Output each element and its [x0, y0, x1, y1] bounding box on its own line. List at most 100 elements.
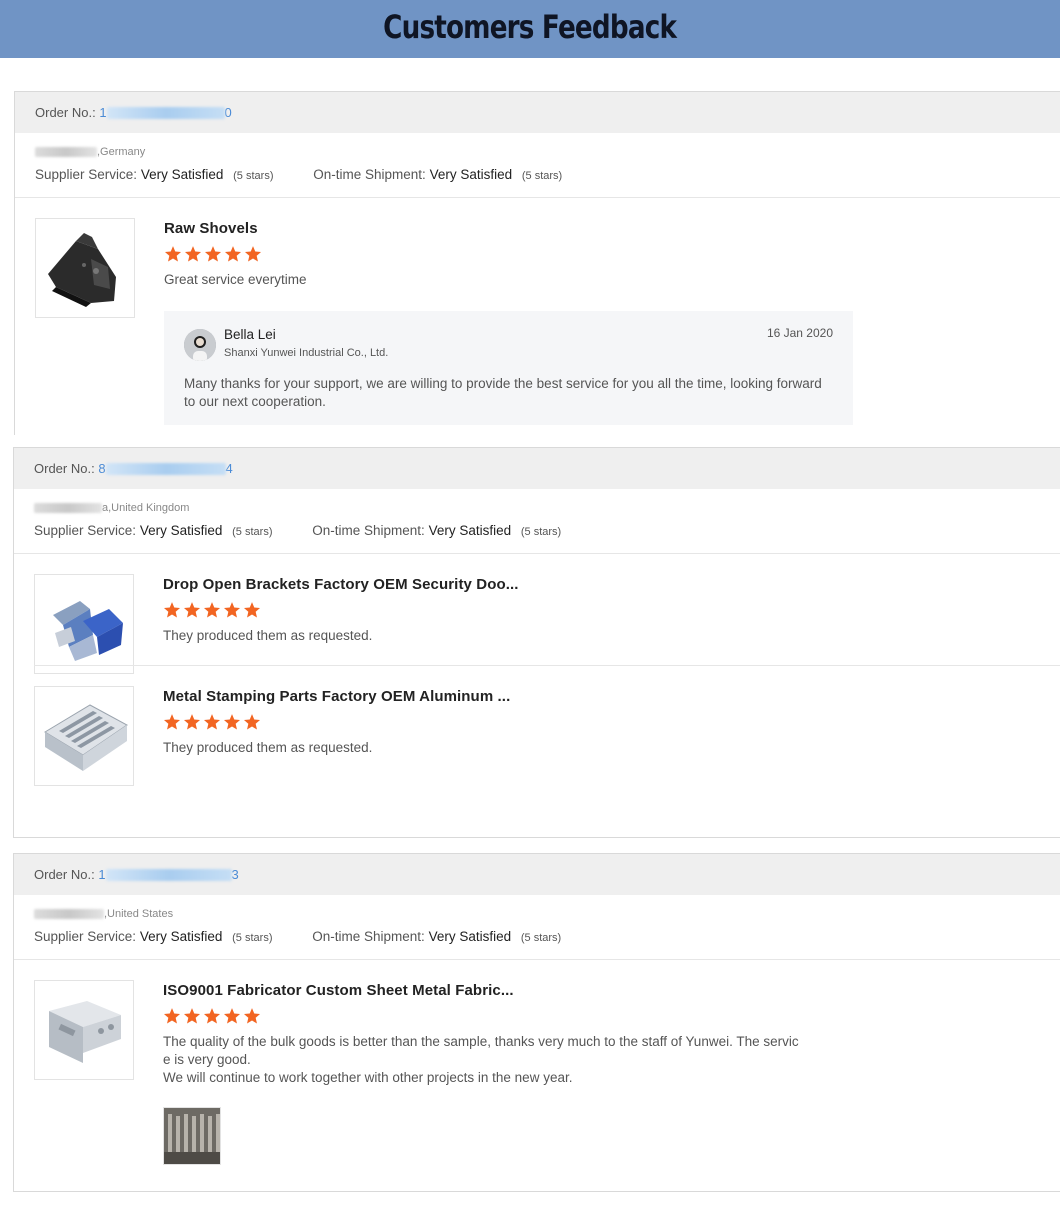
star-icon — [203, 601, 221, 619]
buyer-info: ,United States — [34, 907, 1053, 921]
buyer-location: ,United States — [104, 908, 174, 920]
star-icon — [183, 1007, 201, 1025]
shipment-label: On-time Shipment: — [312, 523, 425, 538]
product-review: Drop Open Brackets Factory OEM Security … — [14, 554, 1060, 674]
product-title[interactable]: Drop Open Brackets Factory OEM Security … — [163, 574, 1053, 596]
supplier-reply: Bella Lei Shanxi Yunwei Industrial Co., … — [164, 311, 853, 425]
supplier-service-stars: (5 stars) — [232, 932, 273, 944]
page-title: Customers Feedback — [383, 8, 678, 46]
reply-author: Bella Lei — [224, 327, 276, 342]
product-body: Raw Shovels Great service everytime Bell… — [164, 218, 1054, 425]
steel-bracket-icon[interactable] — [34, 980, 134, 1080]
product-title[interactable]: Raw Shovels — [164, 218, 1054, 240]
order-no-label: Order No.: — [35, 105, 96, 120]
supplier-service-rating: Supplier Service: Very Satisfied (5 star… — [34, 929, 272, 944]
supplier-service-stars: (5 stars) — [232, 526, 273, 538]
order-no-suffix: 0 — [224, 105, 232, 120]
supplier-service-rating: Supplier Service: Very Satisfied (5 star… — [35, 167, 273, 182]
star-icon — [204, 245, 222, 263]
star-icon — [163, 1007, 181, 1025]
star-icon — [183, 713, 201, 731]
rating-line: Supplier Service: Very Satisfied (5 star… — [35, 167, 1054, 182]
shipment-stars: (5 stars) — [520, 932, 562, 944]
review-comment: They produced them as requested. — [163, 628, 373, 643]
order-meta: a,United Kingdom Supplier Service: Very … — [14, 489, 1060, 554]
shipment-rating: On-time Shipment: Very Satisfied (5 star… — [312, 523, 561, 538]
star-icon — [163, 713, 181, 731]
order-card: Order No.: 8 4 a,United Kingdom Supplier … — [13, 447, 1060, 838]
reply-company: Shanxi Yunwei Industrial Co., Ltd. — [224, 347, 389, 359]
product-review: ISO9001 Fabricator Custom Sheet Metal Fa… — [14, 960, 1060, 1185]
star-icon — [223, 1007, 241, 1025]
order-card: Order No.: 1 0 ,Germany Supplier Service:… — [14, 91, 1060, 435]
reply-text: Many thanks for your support, we are wil… — [184, 376, 822, 409]
product-review: Metal Stamping Parts Factory OEM Aluminu… — [34, 665, 1060, 786]
buyer-info: a,United Kingdom — [34, 501, 1053, 515]
supplier-service-value: Very Satisfied — [139, 523, 223, 538]
order-meta: ,United States Supplier Service: Very Sa… — [14, 895, 1060, 960]
buyer-info: ,Germany — [35, 145, 1054, 159]
buyer-name-redacted — [34, 909, 104, 920]
star-rating — [164, 245, 1054, 267]
star-icon — [164, 245, 182, 263]
star-rating — [163, 1007, 1053, 1029]
product-body: ISO9001 Fabricator Custom Sheet Metal Fa… — [163, 980, 1053, 1165]
shipment-label: On-time Shipment: — [312, 929, 425, 944]
product-body: Drop Open Brackets Factory OEM Security … — [163, 574, 1053, 645]
star-icon — [243, 1007, 261, 1025]
product-title[interactable]: Metal Stamping Parts Factory OEM Aluminu… — [163, 686, 1053, 708]
buyer-location: a,United Kingdom — [102, 502, 190, 514]
star-icon — [243, 713, 261, 731]
product-title[interactable]: ISO9001 Fabricator Custom Sheet Metal Fa… — [163, 980, 1053, 1002]
star-icon — [243, 601, 261, 619]
order-card: Order No.: 1 3 ,United States Supplier Se… — [13, 853, 1060, 1192]
review-comment-line: We will continue to work together with o… — [163, 1070, 573, 1085]
shipment-value: Very Satisfied — [428, 929, 512, 944]
shipment-value: Very Satisfied — [428, 523, 512, 538]
blue-brackets-icon[interactable] — [34, 574, 134, 674]
order-header: Order No.: 1 3 — [14, 854, 1060, 895]
reply-date: 16 Jan 2020 — [766, 326, 833, 340]
shipment-stars: (5 stars) — [521, 170, 563, 182]
order-header: Order No.: 1 0 — [15, 92, 1060, 133]
supplier-service-label: Supplier Service: — [34, 523, 137, 538]
supplier-service-rating: Supplier Service: Very Satisfied (5 star… — [34, 523, 272, 538]
supplier-service-label: Supplier Service: — [35, 167, 138, 182]
shipment-rating: On-time Shipment: Very Satisfied (5 star… — [313, 167, 562, 182]
review-comment: Great service everytime — [164, 272, 307, 287]
product-body: Metal Stamping Parts Factory OEM Aluminu… — [163, 686, 1053, 757]
star-rating — [163, 601, 1053, 623]
shipment-rating: On-time Shipment: Very Satisfied (5 star… — [312, 929, 561, 944]
star-icon — [244, 245, 262, 263]
order-no-label: Order No.: — [34, 461, 95, 476]
review-comment: The quality of the bulk goods is better … — [163, 1033, 1053, 1087]
order-no-prefix: 1 — [98, 867, 106, 882]
order-no-suffix: 4 — [225, 461, 233, 476]
supplier-service-stars: (5 stars) — [233, 170, 274, 182]
shipment-label: On-time Shipment: — [313, 167, 426, 182]
supplier-service-label: Supplier Service: — [34, 929, 137, 944]
order-no-redacted — [105, 462, 226, 475]
black-metal-bracket-icon[interactable] — [35, 218, 135, 318]
star-icon — [223, 601, 241, 619]
review-comment: They produced them as requested. — [163, 740, 373, 755]
rating-line: Supplier Service: Very Satisfied (5 star… — [34, 523, 1053, 538]
avatar — [184, 329, 216, 361]
order-no-prefix: 8 — [98, 461, 106, 476]
slotted-metal-tray-icon[interactable] — [34, 686, 134, 786]
star-rating — [163, 713, 1053, 735]
order-no-redacted — [106, 106, 225, 119]
shipment-value: Very Satisfied — [429, 167, 513, 182]
review-comment-line: The quality of the bulk goods is better … — [163, 1034, 799, 1049]
star-icon — [184, 245, 202, 263]
order-meta: ,Germany Supplier Service: Very Satisfie… — [15, 133, 1060, 198]
star-icon — [203, 713, 221, 731]
order-no-suffix: 3 — [231, 867, 239, 882]
order-no-prefix: 1 — [99, 105, 107, 120]
rating-line: Supplier Service: Very Satisfied (5 star… — [34, 929, 1053, 944]
metal-parts-batch-icon[interactable] — [163, 1107, 221, 1165]
supplier-service-value: Very Satisfied — [140, 167, 224, 182]
product-review: Raw Shovels Great service everytime Bell… — [15, 198, 1060, 445]
star-icon — [223, 713, 241, 731]
buyer-name-redacted — [34, 503, 102, 514]
